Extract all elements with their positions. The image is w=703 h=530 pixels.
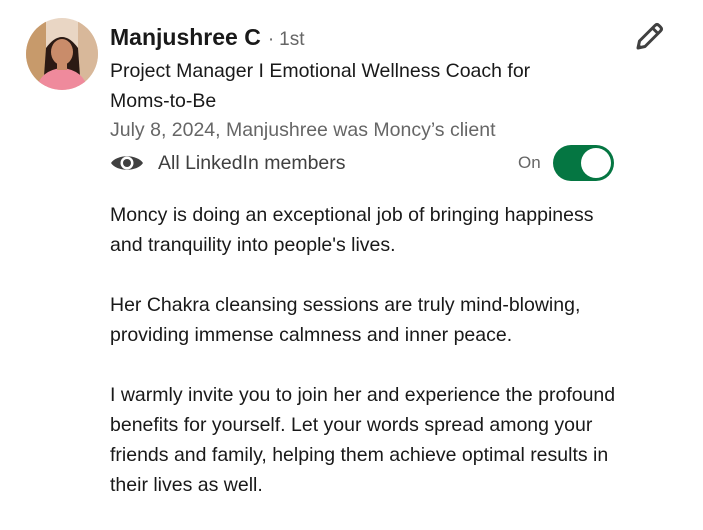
recommendation-paragraph: Moncy is doing an exceptional job of bri… [110,204,594,256]
connection-degree: 1st [279,29,305,50]
recommender-name[interactable]: Manjushree C [110,24,261,51]
recommendation-paragraph: I warmly invite you to join her and expe… [110,384,616,496]
visibility-label: All LinkedIn members [158,151,346,174]
visibility-toggle[interactable] [553,145,614,181]
recommendation-card: Manjushree C · 1st Project Manager I Emo… [0,0,703,511]
profile-photo-icon [26,18,98,90]
relationship-date: July 8, 2024, Manjushree was Moncy’s cli… [110,119,496,141]
avatar[interactable] [26,18,98,90]
separator-dot: · [267,29,275,50]
visibility-row: All LinkedIn members On [110,145,615,181]
toggle-knob [581,148,611,178]
pencil-icon[interactable] [632,20,666,54]
recommendation-paragraph: Her Chakra cleansing sessions are truly … [110,294,581,346]
recommendation-text: Moncy is doing an exceptional job of bri… [110,200,630,530]
toggle-state-label: On [518,153,541,172]
recommender-headline: Project Manager I Emotional Wellness Coa… [110,60,531,112]
name-row: Manjushree C · 1st [110,24,305,51]
eye-icon [110,152,144,174]
